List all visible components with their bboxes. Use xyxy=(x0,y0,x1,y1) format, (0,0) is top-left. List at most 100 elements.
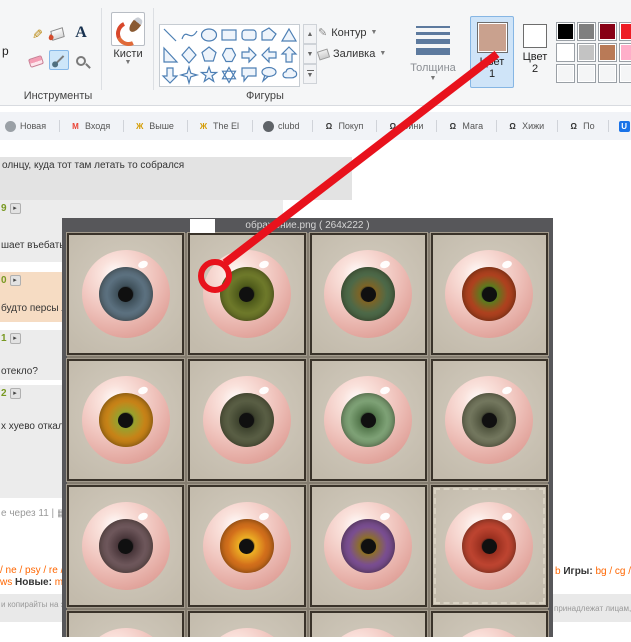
bookmark-item[interactable]: clubd xyxy=(258,120,319,132)
eye-texture-cell xyxy=(429,232,550,356)
scroll-up-button[interactable]: ▲ xyxy=(303,24,317,44)
bookmark-item[interactable]: Новая xyxy=(0,120,65,132)
shapes-gallery[interactable] xyxy=(159,24,300,87)
palette-swatch[interactable] xyxy=(598,64,617,83)
bookmark-label: clubd xyxy=(277,121,300,131)
brush-icon xyxy=(111,12,145,46)
shape-right-triangle-icon xyxy=(163,46,179,63)
color1-label: Цвет xyxy=(479,56,505,68)
bookmark-label: Вини xyxy=(402,121,424,131)
bookmark-label: Хижи xyxy=(522,121,545,131)
pencil-tool[interactable]: ✎ xyxy=(26,24,46,44)
shapes-group-label: Фигуры xyxy=(246,90,284,102)
fill-label: Заливка xyxy=(333,48,376,60)
palette-swatch[interactable] xyxy=(598,22,617,41)
post-number[interactable]: 9 xyxy=(1,203,7,214)
palette-swatch[interactable] xyxy=(577,22,596,41)
bookmark-label: Новая xyxy=(20,121,46,131)
eye-texture-cell xyxy=(308,358,428,482)
eye-texture-cell xyxy=(187,484,307,608)
color2-swatch xyxy=(523,24,547,48)
favicon: Ω xyxy=(389,121,397,131)
bookmark-label: Выше xyxy=(149,121,174,131)
post-number[interactable]: 2 xyxy=(1,388,7,399)
post-number[interactable]: 0 xyxy=(1,275,7,286)
bookmark-item[interactable]: Ω Мага xyxy=(442,120,502,132)
magnifier-tool[interactable] xyxy=(71,51,91,71)
eye-texture-cell xyxy=(65,358,186,482)
bookmark-item[interactable]: Ж Выше xyxy=(129,120,193,132)
eyeball xyxy=(81,250,170,338)
eraser-tool[interactable] xyxy=(26,51,46,71)
favicon: Ж xyxy=(136,121,144,131)
shape-rect-callout-icon xyxy=(241,67,257,83)
palette-swatch[interactable] xyxy=(556,64,575,83)
glint-highlight xyxy=(258,385,271,396)
shape-line-icon xyxy=(163,28,177,42)
shape-down-arrow-icon xyxy=(161,67,179,84)
glint-highlight xyxy=(379,259,392,270)
bookmark-item[interactable]: M Входя xyxy=(65,120,129,132)
reply-button[interactable]: ▸ xyxy=(9,275,21,286)
palette-swatch[interactable] xyxy=(598,43,617,62)
palette-swatch[interactable] xyxy=(577,64,596,83)
glint-highlight xyxy=(137,259,149,270)
eye-texture-cell xyxy=(308,232,428,356)
eye-texture-cell xyxy=(429,358,550,482)
iris xyxy=(219,393,274,447)
pupil xyxy=(360,412,376,428)
bookmark-item[interactable]: Ω По xyxy=(563,120,613,132)
bookmark-label: Входя xyxy=(85,121,111,131)
screen: р ✎ A Инструменты Кисти ▼ ▲ ▼ ▼ Фигуры ✎… xyxy=(0,0,631,642)
brushes-button[interactable]: Кисти ▼ xyxy=(108,12,148,66)
palette-swatch[interactable] xyxy=(619,22,631,41)
text-tool[interactable]: A xyxy=(71,23,91,43)
outline-dropdown[interactable]: ✎ Контур ▼ xyxy=(318,26,377,40)
post-number[interactable]: 1 xyxy=(1,333,7,344)
eyeball xyxy=(445,376,534,464)
palette-swatch[interactable] xyxy=(619,64,631,83)
iris xyxy=(462,393,517,447)
bookmark-item[interactable]: Ω Вини xyxy=(382,120,442,132)
bookmark-item[interactable]: U Файл xyxy=(614,120,631,132)
image-viewer[interactable]: ображение.png ( 264x222 ) xyxy=(62,218,553,637)
color1-button[interactable]: Цвет 1 xyxy=(470,16,514,88)
outline-pencil-icon: ✎ xyxy=(318,27,328,39)
color-picker-tool[interactable] xyxy=(49,50,69,70)
divider xyxy=(153,8,154,90)
bookmark-item[interactable]: Ω Хижи xyxy=(502,120,563,132)
bookmark-label: The El xyxy=(212,121,239,131)
scroll-more-button[interactable]: ▼ xyxy=(303,64,317,84)
favicon xyxy=(5,120,16,132)
reply-button[interactable]: ▸ xyxy=(9,333,21,344)
bookmarks-bar: Новая M Входя Ж Выше Ж The El clubd Ω По… xyxy=(0,112,631,140)
eyeball xyxy=(81,628,170,637)
eyeball xyxy=(202,250,291,338)
iris xyxy=(98,519,153,573)
bookmark-item[interactable]: Ω Покуп xyxy=(318,120,382,132)
glint-highlight xyxy=(258,259,271,270)
favicon: Ω xyxy=(570,121,577,131)
eyeball xyxy=(445,250,534,338)
chevron-down-icon: ▼ xyxy=(124,59,132,66)
scroll-down-button[interactable]: ▼ xyxy=(303,44,317,64)
color2-button[interactable]: Цвет 2 xyxy=(517,16,553,88)
palette-swatch[interactable] xyxy=(619,43,631,62)
eyedropper-icon xyxy=(53,54,65,66)
pupil xyxy=(239,286,255,302)
glint-highlight xyxy=(379,385,392,396)
bookmark-label: Покуп xyxy=(338,121,364,131)
divider xyxy=(101,8,102,90)
palette-swatch[interactable] xyxy=(556,22,575,41)
fill-tool[interactable] xyxy=(47,24,67,44)
eye-texture-grid xyxy=(65,232,550,637)
palette-swatch[interactable] xyxy=(577,43,596,62)
shape-4star-icon xyxy=(178,64,200,86)
thickness-button[interactable]: Толщина xyxy=(398,62,468,74)
palette-swatch[interactable] xyxy=(556,43,575,62)
fill-dropdown[interactable]: Заливка ▼ xyxy=(316,48,386,60)
bookmark-item[interactable]: Ж The El xyxy=(193,120,258,132)
reply-button[interactable]: ▸ xyxy=(9,388,21,399)
fill-icon xyxy=(316,48,331,60)
reply-button[interactable]: ▸ xyxy=(9,203,21,214)
